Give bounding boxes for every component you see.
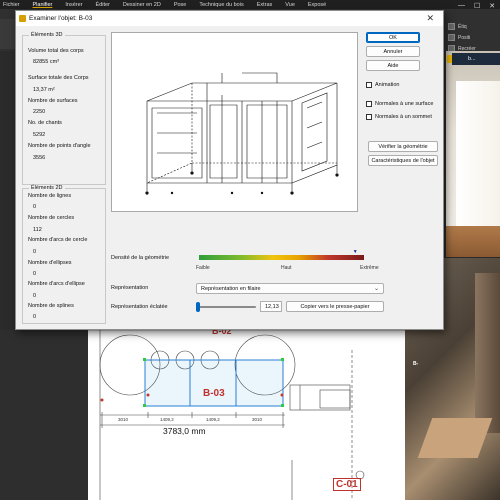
plan-handle — [281, 358, 284, 361]
checkbox-box[interactable] — [366, 114, 372, 120]
checkbox-box[interactable] — [366, 101, 372, 107]
help-button[interactable]: Aide — [366, 60, 420, 71]
plan-drawing[interactable] — [0, 330, 405, 500]
splines-value: 0 — [33, 314, 37, 320]
plan-marker — [146, 393, 150, 397]
ribbon-item-etiq[interactable]: Étiq — [448, 21, 500, 32]
plan-dimension-left: 3010 — [118, 417, 129, 422]
viewport-wall — [456, 81, 500, 231]
dialog-title: Examiner l'objet: B-03 — [29, 15, 93, 22]
num-surfaces-label: Nombre de surfaces — [28, 98, 78, 104]
render-panel — [475, 273, 500, 433]
menu-item-planifier[interactable]: Planifier — [33, 2, 53, 8]
cancel-button[interactable]: Annuler — [366, 46, 420, 57]
normals-surface-checkbox[interactable]: Normales à une surface — [366, 101, 433, 107]
menu-bar: Fichier Planifier Insérer Éditer Dessine… — [0, 0, 500, 9]
viewport-floor — [446, 226, 500, 257]
dialog-titlebar[interactable]: Examiner l'objet: B-03 ✕ — [16, 11, 443, 26]
wireframe-preview — [145, 72, 339, 195]
surface-value: 13,37 m² — [33, 87, 55, 93]
wireframe-top — [146, 82, 338, 102]
plan-selected-object-b03 — [144, 359, 284, 407]
plan-marker — [280, 393, 284, 397]
plan-dimension-mid2: 1409,2 — [206, 417, 220, 422]
verify-geometry-button[interactable]: Vérifier la géométrie — [368, 141, 438, 152]
group-elements-2d: Éléments 2D Nombre de lignes 0 Nombre de… — [22, 185, 106, 324]
checkbox-box[interactable] — [366, 82, 372, 88]
plan-dimension-total: 3783,0 mm — [163, 426, 206, 436]
position-icon — [448, 34, 455, 41]
chevron-down-icon: ⌄ — [373, 286, 379, 292]
plan-label-c01: C-01 — [333, 478, 361, 491]
close-icon[interactable]: ✕ — [426, 13, 434, 24]
exploded-label: Représentation éclatée — [111, 304, 168, 310]
plan-handle — [143, 358, 146, 361]
num-edges-value: 5292 — [33, 132, 46, 138]
lines-label: Nombre de lignes — [28, 193, 72, 199]
menu-item-extras[interactable]: Extras — [257, 2, 273, 8]
density-extreme-label: Extrême — [360, 265, 379, 271]
menu-item-expose[interactable]: Exposé — [308, 2, 326, 8]
menu-item-fichier[interactable]: Fichier — [3, 2, 20, 8]
copy-clipboard-button[interactable]: Copier vers le presse-papier — [286, 301, 384, 312]
group-title-3d: Éléments 3D — [29, 32, 65, 38]
ribbon-tool-icon[interactable] — [0, 19, 16, 49]
plan-handle — [143, 404, 146, 407]
render-label: B- — [413, 361, 419, 367]
ellipse-arcs-value: 0 — [33, 293, 37, 299]
group-elements-3d: Éléments 3D Volume total des corps 82855… — [22, 32, 106, 185]
plan-label-b03: B-03 — [203, 388, 225, 399]
representation-select[interactable]: Représentation en filaire ⌄ — [196, 283, 384, 294]
menu-item-dessiner-2d[interactable]: Dessiner en 2D — [123, 2, 161, 8]
object-characteristics-button[interactable]: Caractéristiques de l'objet — [368, 155, 438, 166]
exploded-slider-thumb[interactable] — [196, 302, 200, 312]
exploded-value-input[interactable]: 12,13 — [260, 301, 282, 312]
menu-item-technique-bois[interactable]: Technique du bois — [199, 2, 243, 8]
density-marker-icon: ▼ — [352, 249, 358, 255]
density-low-label: Faible — [196, 265, 210, 271]
ellipses-label: Nombre d'ellipses — [28, 260, 72, 266]
plan-handle — [281, 404, 284, 407]
normals-vertex-checkbox[interactable]: Normales à un sommet — [366, 114, 432, 120]
group-title-2d: Éléments 2D — [29, 185, 65, 191]
ribbon-item-positi[interactable]: Positi — [448, 32, 500, 43]
ok-button[interactable]: OK — [366, 32, 420, 43]
menu-item-pose[interactable]: Pose — [174, 2, 187, 8]
menu-item-vue[interactable]: Vue — [285, 2, 295, 8]
arcs-label: Nombre d'arcs de cercle — [28, 237, 88, 243]
ellipses-value: 0 — [33, 271, 37, 277]
object-preview[interactable] — [111, 32, 358, 212]
exploded-slider-track[interactable] — [196, 306, 256, 308]
volume-value: 82855 cm³ — [33, 59, 59, 65]
app-icon — [19, 15, 26, 22]
plan-dimension-right: 3010 — [252, 417, 263, 422]
viewport-tab[interactable]: b... — [452, 53, 500, 65]
density-gradient-bar — [199, 255, 364, 260]
plan-marker — [100, 398, 104, 402]
density-high-label: Haut — [281, 265, 292, 271]
num-edges-label: No. de chants — [28, 120, 62, 126]
num-vertices-label: Nombre de points d'angle — [28, 143, 91, 149]
volume-label: Volume total des corps — [28, 48, 84, 54]
representation-label: Représentation — [111, 285, 149, 291]
arcs-value: 0 — [33, 249, 37, 255]
ellipse-arcs-label: Nombre d'arcs d'ellipse — [28, 281, 85, 287]
splines-label: Nombre de splines — [28, 303, 74, 309]
num-vertices-value: 3556 — [33, 155, 46, 161]
plan-dimension-mid1: 1409,2 — [160, 417, 174, 422]
lines-value: 0 — [33, 204, 37, 210]
label-icon — [448, 23, 455, 30]
density-label: Densité de la géométrie — [111, 255, 170, 261]
circles-label: Nombre de cercles — [28, 215, 75, 221]
ribbon-right-group: Étiq Positi Recréer — [448, 21, 500, 54]
circles-value: 112 — [33, 227, 42, 233]
num-surfaces-value: 2250 — [33, 109, 46, 115]
animation-checkbox[interactable]: Animation — [366, 82, 399, 88]
examine-object-dialog: Examiner l'objet: B-03 ✕ Éléments 3D Vol… — [15, 10, 444, 330]
render-desk — [417, 418, 493, 458]
viewport-3d[interactable] — [446, 51, 500, 257]
menu-item-inserer[interactable]: Insérer — [65, 2, 82, 8]
surface-label: Surface totale des Corps — [28, 75, 89, 81]
menu-item-editer[interactable]: Éditer — [96, 2, 110, 8]
